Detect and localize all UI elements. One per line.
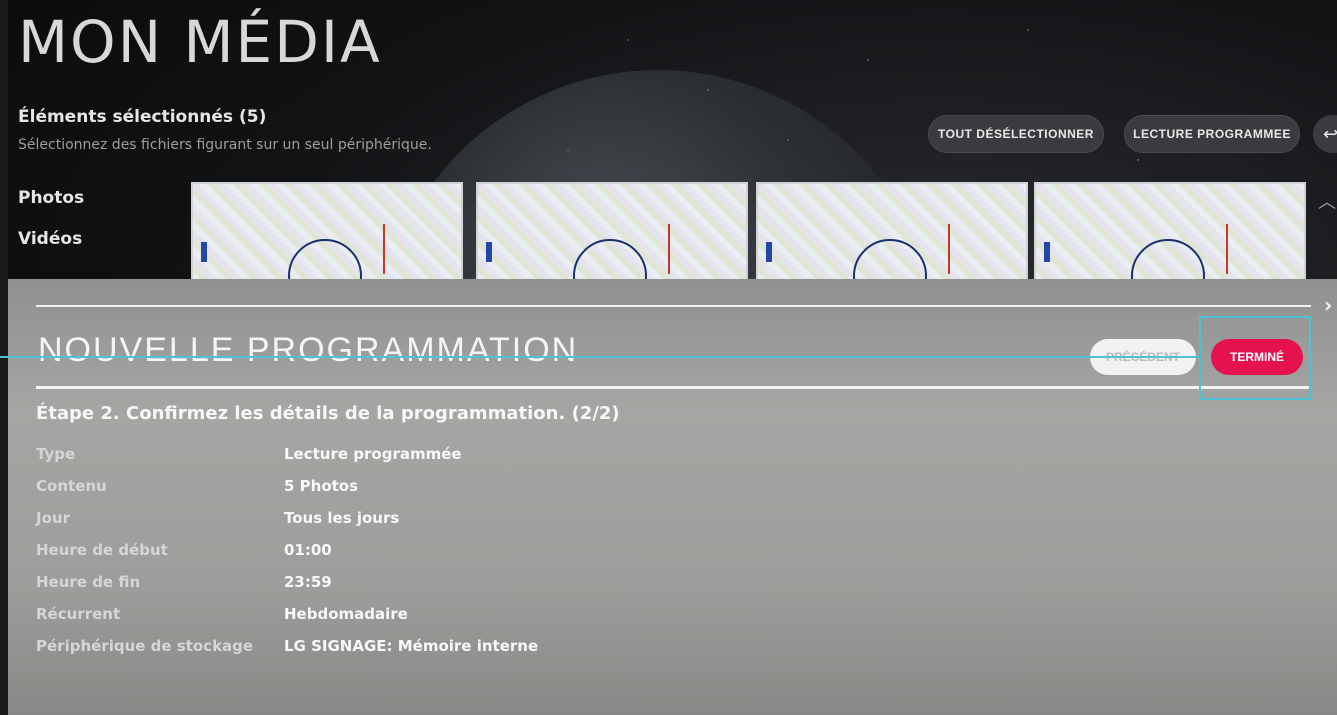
chevron-up-icon[interactable]: ︿ — [1318, 188, 1336, 214]
detail-label: Contenu — [36, 477, 107, 495]
photo-thumbnail[interactable] — [1034, 182, 1306, 282]
divider — [36, 305, 1311, 307]
annotation-pointer-line — [0, 356, 1200, 358]
detail-label: Jour — [36, 509, 70, 527]
step-heading: Étape 2. Confirmez les détails de la pro… — [36, 403, 620, 424]
photo-thumbnail[interactable] — [756, 182, 1028, 282]
detail-label: Heure de fin — [36, 573, 141, 591]
schedule-dialog: › NOUVELLE PROGRAMMATION PRÉCÉDENT TERMI… — [8, 279, 1337, 715]
detail-label: Type — [36, 445, 76, 463]
detail-label: Récurrent — [36, 605, 121, 623]
divider — [36, 386, 1311, 389]
detail-value: 01:00 — [284, 541, 332, 559]
photo-thumbnail[interactable] — [191, 182, 463, 282]
close-icon[interactable]: › — [1324, 293, 1332, 317]
annotation-highlight-box — [1199, 316, 1311, 400]
detail-value: Lecture programmée — [284, 445, 462, 463]
photo-thumbnail[interactable] — [476, 182, 748, 282]
detail-value: 5 Photos — [284, 477, 359, 495]
detail-value: LG SIGNAGE: Mémoire interne — [284, 637, 539, 655]
detail-label: Périphérique de stockage — [36, 637, 254, 655]
scheduled-playback-button[interactable]: LECTURE PROGRAMMEE — [1124, 115, 1300, 153]
detail-label: Heure de début — [36, 541, 168, 559]
category-videos[interactable]: Vidéos — [18, 229, 82, 249]
deselect-all-button[interactable]: TOUT DÉSÉLECTIONNER — [928, 115, 1104, 153]
page-title: MON MÉDIA — [18, 8, 382, 76]
selected-count: Éléments sélectionnés (5) — [18, 107, 267, 127]
category-photos[interactable]: Photos — [18, 188, 84, 208]
dialog-title: NOUVELLE PROGRAMMATION — [38, 331, 579, 369]
detail-value: Tous les jours — [284, 509, 400, 527]
selection-hint: Sélectionnez des fichiers figurant sur u… — [18, 137, 432, 153]
detail-value: Hebdomadaire — [284, 605, 408, 623]
detail-value: 23:59 — [284, 573, 332, 591]
